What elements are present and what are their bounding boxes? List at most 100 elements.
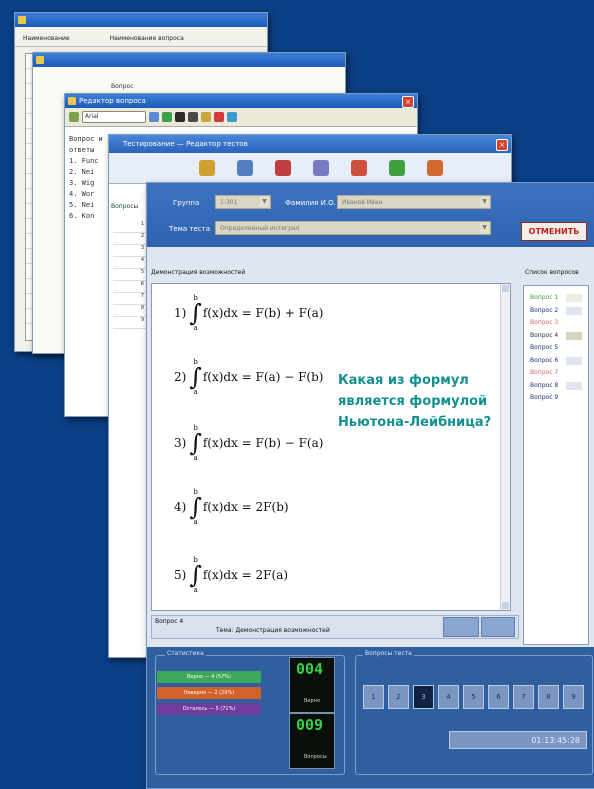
editor-title: Редактор вопроса [79, 97, 146, 105]
code-line: ответы [69, 146, 95, 154]
chevron-down-icon[interactable]: ▼ [260, 197, 269, 207]
question-nav-button[interactable]: 7 [513, 685, 534, 709]
window2-label: Вопрос [111, 83, 134, 90]
nav-group [355, 655, 593, 775]
grid-row[interactable]: 3 [113, 245, 147, 257]
question-nav-button[interactable]: 6 [488, 685, 509, 709]
question-status-box [566, 331, 582, 340]
question-list-item[interactable]: Вопрос 8 [524, 380, 588, 393]
question-grid[interactable]: 1 2 3 4 5 6 7 8 9 [113, 221, 147, 531]
align-icon[interactable] [201, 112, 211, 122]
question-list-label: Вопрос 8 [530, 381, 559, 389]
question-list-item[interactable]: Вопрос 9 [524, 392, 588, 405]
chevron-down-icon[interactable]: ▼ [480, 197, 489, 207]
settings-icon[interactable] [313, 160, 329, 176]
close-icon[interactable]: × [402, 96, 414, 108]
question-list-item[interactable]: Вопрос 1 [524, 292, 588, 305]
window1-titlebar[interactable] [15, 13, 267, 27]
question-list-item[interactable]: Вопрос 6 [524, 355, 588, 368]
window1-col-right: Наименование вопроса [109, 35, 184, 42]
option-formula: f(x)dx = 2F(a) [202, 568, 289, 582]
next-button[interactable] [481, 617, 515, 637]
color-icon[interactable] [162, 112, 172, 122]
group-select[interactable]: 1-301 ▼ [215, 195, 271, 209]
prev-button[interactable] [443, 617, 479, 637]
question-list-item[interactable]: Вопрос 7 [524, 367, 588, 380]
question-nav-button[interactable]: 4 [438, 685, 459, 709]
score-display: 004 Верно [289, 657, 335, 713]
integral-sign: b ∫ a [189, 358, 202, 396]
question-text: Какая из формул является формулой Ньютон… [338, 373, 492, 430]
question-list-item[interactable]: Вопрос 5 [524, 342, 588, 355]
question-nav-button-active[interactable]: 3 [413, 685, 434, 709]
student-select[interactable]: Иванов Иван ▼ [337, 195, 491, 209]
count-value: 009 [296, 716, 324, 734]
grid-row[interactable]: 8 [113, 305, 147, 317]
question-list: Вопрос 1 Вопрос 2 Вопрос 3 Вопрос 4 Вопр… [523, 285, 589, 645]
question-list-item[interactable]: Вопрос 2 [524, 305, 588, 318]
code-line: 3. Wig [69, 179, 95, 187]
question-nav-button[interactable]: 8 [538, 685, 559, 709]
code-line: 6. Kon [69, 212, 95, 220]
scroll-down-icon[interactable] [502, 602, 509, 609]
question-nav-button[interactable]: 5 [463, 685, 484, 709]
test-editor-toolbar [109, 153, 511, 184]
count-display: 009 Вопросы [289, 713, 335, 769]
scroll-up-icon[interactable] [502, 285, 509, 292]
app-icon [68, 97, 76, 105]
question-status-box [566, 294, 582, 302]
answer-option-3[interactable]: 3) b ∫ a f(x)dx = F(b) − F(a) [174, 424, 323, 462]
underline-icon[interactable] [188, 112, 198, 122]
question-status-box [566, 356, 582, 365]
bold-icon[interactable] [149, 112, 159, 122]
grid-row[interactable]: 5 [113, 269, 147, 281]
code-area[interactable]: Вопрос и ответы 1. Func 2. Nei 3. Wig 4.… [69, 134, 103, 222]
open-icon[interactable] [199, 160, 215, 176]
question-list-label: Вопрос 9 [530, 394, 559, 401]
question-list-item[interactable]: Вопрос 3 [524, 317, 588, 330]
exit-icon[interactable] [427, 160, 443, 176]
question-list-item[interactable]: Вопрос 4 [524, 330, 588, 343]
image-icon[interactable] [227, 112, 237, 122]
code-line: Вопрос и [69, 135, 103, 143]
correct-bar: Верно — 4 (57%) [157, 671, 261, 683]
close-icon[interactable]: × [496, 139, 508, 151]
run-icon[interactable] [351, 160, 367, 176]
new-icon[interactable] [69, 112, 79, 122]
chevron-down-icon[interactable]: ▼ [480, 223, 489, 233]
app-icon [36, 56, 44, 64]
delete-icon[interactable] [214, 112, 224, 122]
save-icon[interactable] [237, 160, 253, 176]
font-combo[interactable]: Arial [82, 111, 146, 123]
vertical-scrollbar[interactable] [500, 284, 510, 610]
test-editor-titlebar[interactable]: Тестирование — Редактор тестов × [109, 135, 511, 153]
topic-select[interactable]: Определенный интеграл ▼ [215, 221, 491, 235]
grid-row[interactable]: 2 [113, 233, 147, 245]
option-number: 1) [174, 306, 187, 320]
answer-option-2[interactable]: 2) b ∫ a f(x)dx = F(a) − F(b) [174, 358, 323, 396]
grid-row[interactable]: 4 [113, 257, 147, 269]
grid-row[interactable]: 6 [113, 281, 147, 293]
grid-row[interactable]: 1 [113, 221, 147, 233]
editor-titlebar[interactable]: Редактор вопроса × [65, 94, 417, 108]
italic-icon[interactable] [175, 112, 185, 122]
print-icon[interactable] [275, 160, 291, 176]
answer-option-1[interactable]: 1) b ∫ a f(x)dx = F(b) + F(a) [174, 294, 323, 332]
option-formula: f(x)dx = 2F(b) [202, 500, 289, 514]
wrong-bar: Неверно — 2 (29%) [157, 687, 261, 699]
question-nav-button[interactable]: 9 [563, 685, 584, 709]
question-status-box [566, 306, 582, 315]
grid-row[interactable]: 9 [113, 317, 147, 329]
side-label: Вопросы [111, 203, 139, 210]
window2-titlebar[interactable] [33, 53, 345, 67]
up-icon[interactable] [389, 160, 405, 176]
question-nav-button[interactable]: 2 [388, 685, 409, 709]
answer-option-4[interactable]: 4) b ∫ a f(x)dx = 2F(b) [174, 488, 289, 526]
answer-option-5[interactable]: 5) b ∫ a f(x)dx = 2F(a) [174, 556, 288, 594]
question-nav-button[interactable]: 1 [363, 685, 384, 709]
question-list-label: Вопрос 4 [530, 331, 559, 339]
question-status-box [566, 394, 582, 402]
grid-row[interactable]: 7 [113, 293, 147, 305]
student-value: Иванов Иван [342, 199, 383, 206]
cancel-button[interactable]: ОТМЕНИТЬ [521, 222, 587, 241]
